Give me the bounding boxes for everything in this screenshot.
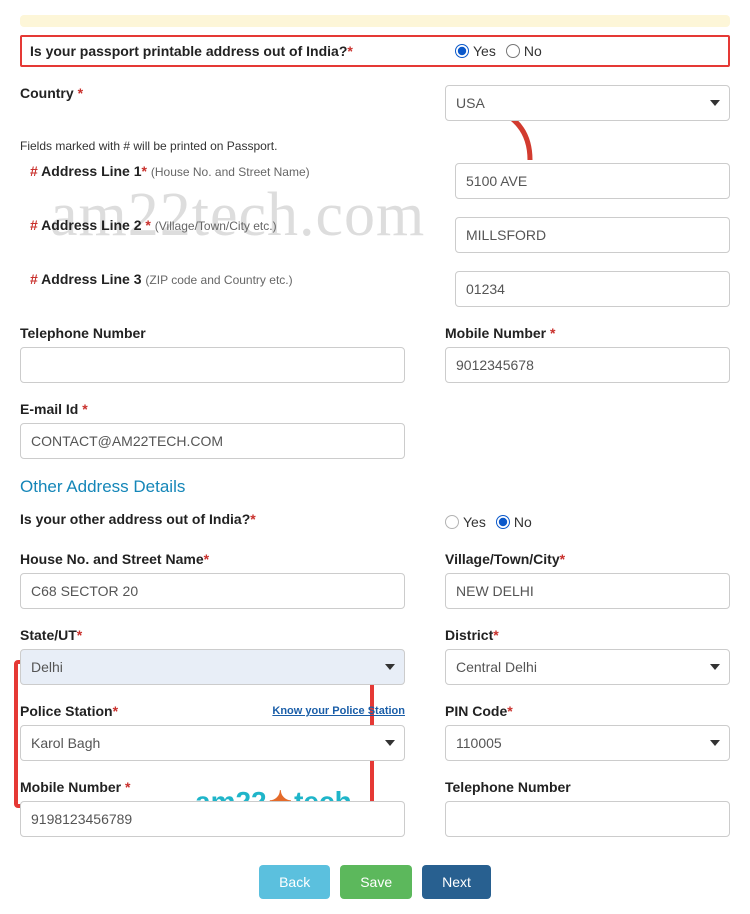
addr3-input[interactable] xyxy=(455,271,730,307)
state-label: State/UT* xyxy=(20,627,405,643)
q1-yes-option[interactable]: Yes xyxy=(455,43,496,59)
village-input[interactable] xyxy=(445,573,730,609)
tel2-label: Telephone Number xyxy=(445,779,730,795)
yes-label-2: Yes xyxy=(463,514,486,530)
district-select[interactable]: Central Delhi xyxy=(445,649,730,685)
top-banner xyxy=(20,15,730,27)
tel2-input[interactable] xyxy=(445,801,730,837)
pin-label: PIN Code* xyxy=(445,703,730,719)
save-button[interactable]: Save xyxy=(340,865,412,899)
no-label-2: No xyxy=(514,514,532,530)
addr1-label: # Address Line 1* (House No. and Street … xyxy=(30,163,415,179)
fields-note: Fields marked with # will be printed on … xyxy=(20,139,730,153)
passport-address-question: Is your passport printable address out o… xyxy=(30,43,415,59)
q2-no-option[interactable]: No xyxy=(496,514,532,530)
q2-no-radio[interactable] xyxy=(496,515,510,529)
addr2-input[interactable] xyxy=(455,217,730,253)
back-button[interactable]: Back xyxy=(259,865,330,899)
country-select[interactable]: USA xyxy=(445,85,730,121)
police-label: Police Station* Know your Police Station xyxy=(20,703,405,719)
know-police-station-link[interactable]: Know your Police Station xyxy=(272,705,405,717)
addr1-input[interactable] xyxy=(455,163,730,199)
mob2-label: Mobile Number * xyxy=(20,779,405,795)
yes-label: Yes xyxy=(473,43,496,59)
q2-yes-option[interactable]: Yes xyxy=(445,514,486,530)
mob2-input[interactable] xyxy=(20,801,405,837)
state-select[interactable]: Delhi xyxy=(20,649,405,685)
tel-input[interactable] xyxy=(20,347,405,383)
country-label: Country * xyxy=(20,85,405,101)
button-row: Back Save Next xyxy=(20,865,730,899)
police-select[interactable]: Karol Bagh xyxy=(20,725,405,761)
q2-yes-radio[interactable] xyxy=(445,515,459,529)
q1-no-option[interactable]: No xyxy=(506,43,542,59)
village-label: Village/Town/City* xyxy=(445,551,730,567)
addr2-label: # Address Line 2 * (Village/Town/City et… xyxy=(30,217,415,233)
email-label: E-mail Id * xyxy=(20,401,405,417)
house-label: House No. and Street Name* xyxy=(20,551,405,567)
tel-label: Telephone Number xyxy=(20,325,405,341)
house-input[interactable] xyxy=(20,573,405,609)
mob-label: Mobile Number * xyxy=(445,325,730,341)
q2-label: Is your other address out of India?* xyxy=(20,511,405,527)
email-input[interactable] xyxy=(20,423,405,459)
other-address-heading: Other Address Details xyxy=(20,477,730,497)
addr3-label: # Address Line 3 (ZIP code and Country e… xyxy=(30,271,415,287)
pin-select[interactable]: 110005 xyxy=(445,725,730,761)
main-question-highlight: Is your passport printable address out o… xyxy=(20,35,730,67)
no-label: No xyxy=(524,43,542,59)
mob-input[interactable] xyxy=(445,347,730,383)
q1-no-radio[interactable] xyxy=(506,44,520,58)
q1-yes-radio[interactable] xyxy=(455,44,469,58)
next-button[interactable]: Next xyxy=(422,865,491,899)
district-label: District* xyxy=(445,627,730,643)
